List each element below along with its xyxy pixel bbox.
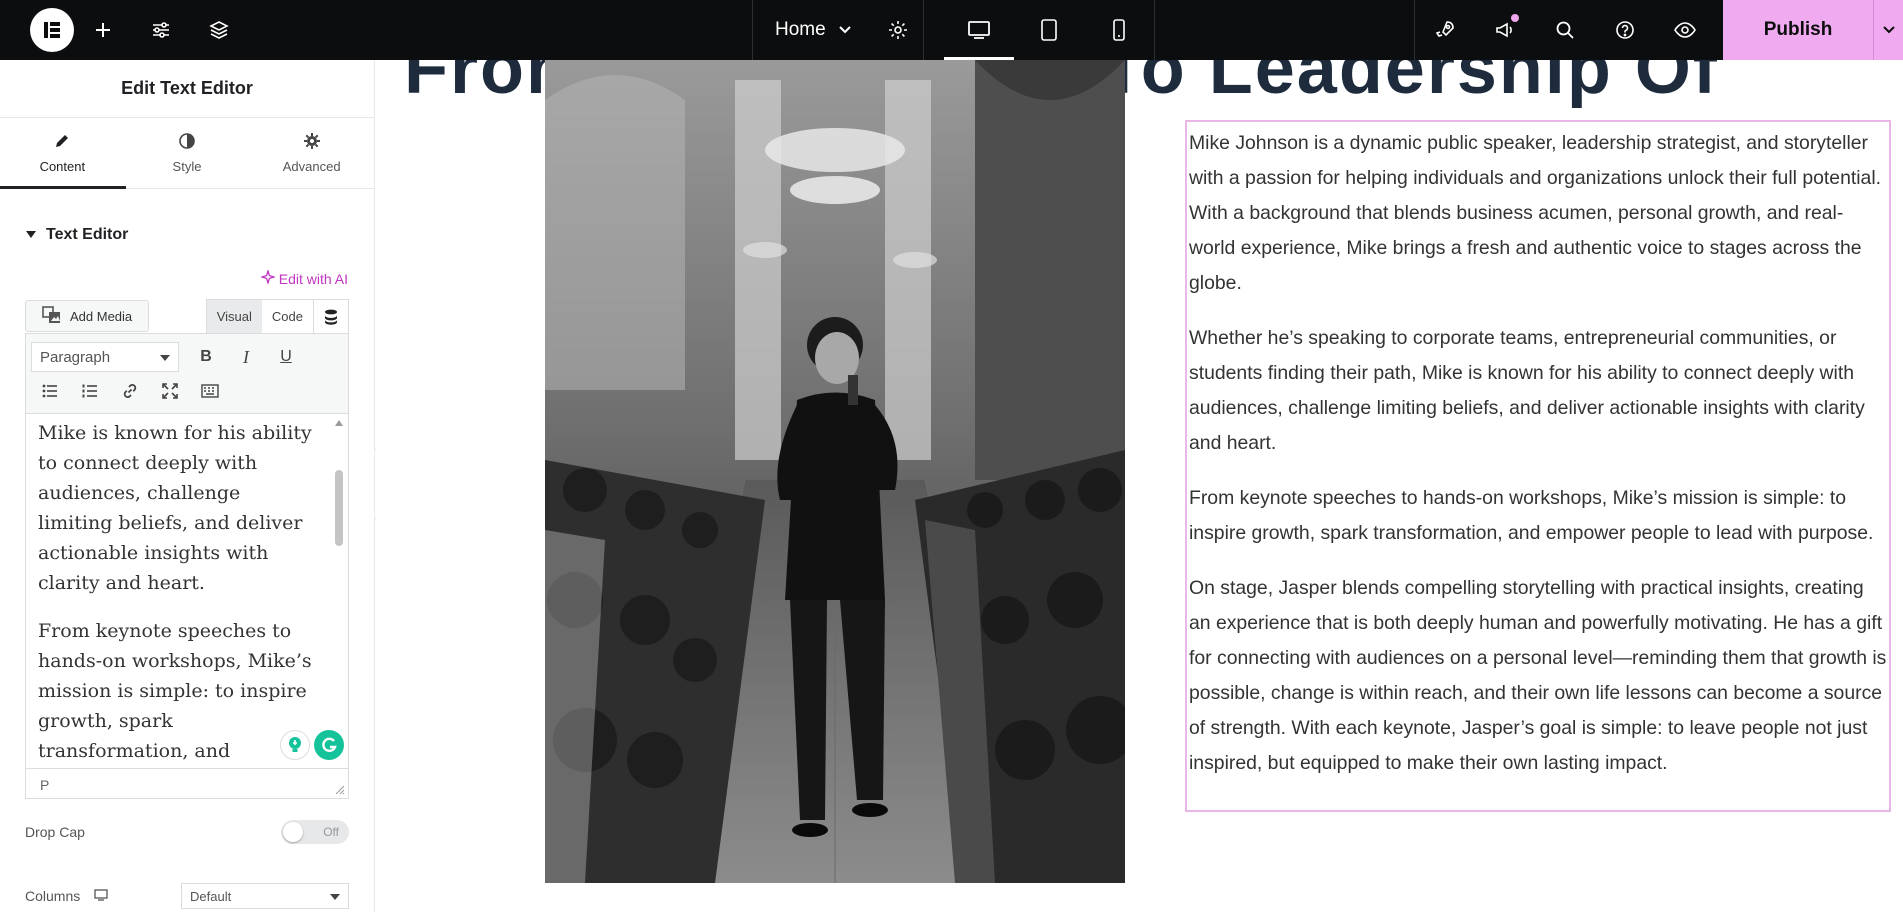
link-icon[interactable] [111, 376, 149, 406]
desktop-view-icon[interactable] [943, 0, 1014, 60]
columns-control: Columns Default [0, 881, 374, 911]
italic-icon[interactable]: I [227, 342, 265, 372]
resize-handle-icon[interactable] [335, 785, 345, 795]
bulleted-list-icon[interactable] [31, 376, 69, 406]
toolbar-row-2 [31, 374, 343, 408]
bio-paragraph: Whether he’s speaking to corporate teams… [1189, 327, 1865, 454]
page-name: Home [775, 19, 826, 40]
top-bar-left [0, 0, 752, 60]
lightbulb-suggestion-icon[interactable] [280, 730, 310, 760]
bold-icon[interactable]: B [187, 342, 225, 372]
format-select[interactable]: Paragraph [31, 342, 179, 372]
panel-tabs: Content Style Advanced [0, 118, 374, 189]
tab-style[interactable]: Style [125, 118, 250, 188]
tab-code[interactable]: Code [262, 300, 313, 333]
bio-paragraph: On stage, Jasper blends compelling story… [1189, 577, 1887, 774]
tab-content[interactable]: Content [0, 118, 126, 189]
drop-cap-toggle[interactable]: Off [281, 820, 349, 844]
rich-text-editor: Paragraph B I U Mike is known for his ab… [25, 333, 349, 799]
tab-label: Style [172, 159, 202, 174]
numbered-list-icon[interactable] [71, 376, 109, 406]
editor-panel: Edit Text Editor Content Style Advanced … [0, 60, 375, 912]
columns-label: Columns [25, 888, 81, 904]
launchpad-rocket-icon[interactable] [1415, 0, 1475, 60]
toolbar-toggle-keyboard-icon[interactable] [191, 376, 229, 406]
caret-down-icon [330, 889, 340, 904]
drop-cap-label: Drop Cap [25, 824, 85, 840]
scroll-thumb[interactable] [335, 470, 343, 546]
top-bar-right: Publish [1414, 0, 1903, 60]
section-title: Text Editor [46, 226, 129, 243]
add-media-label: Add Media [70, 308, 133, 324]
element-path: P [40, 777, 50, 793]
search-icon[interactable] [1535, 0, 1595, 60]
editor-content[interactable]: Mike is known for his ability to connect… [26, 414, 348, 769]
media-icon [42, 305, 62, 327]
site-settings-sliders-icon[interactable] [132, 0, 190, 60]
caret-down-icon [160, 349, 170, 366]
section-toggle-text-editor[interactable]: Text Editor [0, 212, 374, 258]
toggle-state: Off [323, 825, 339, 839]
bio-paragraph: Mike Johnson is a dynamic public speaker… [1189, 132, 1882, 294]
speaker-photo-illustration [545, 60, 1125, 883]
editor-scrollbar[interactable] [334, 418, 344, 768]
tablet-view-icon[interactable] [1014, 0, 1084, 60]
editor-paragraph: Mike is known for his ability to connect… [38, 422, 312, 594]
text-editor-widget[interactable]: Mike Johnson is a dynamic public speaker… [1185, 120, 1891, 812]
editor-mode-tabs: Visual Code [205, 299, 349, 333]
help-icon[interactable] [1595, 0, 1655, 60]
edit-with-ai-label: Edit with AI [278, 270, 348, 287]
underline-icon[interactable]: U [267, 342, 305, 372]
tab-label: Content [39, 159, 86, 174]
grammarly-g-icon[interactable] [314, 730, 344, 760]
bio-paragraph: From keynote speeches to hands-on worksh… [1189, 487, 1874, 544]
add-element-icon[interactable] [74, 0, 132, 60]
panel-title: Edit Text Editor [0, 60, 374, 118]
top-bar-center: Home [752, 0, 1155, 60]
database-stack-icon[interactable] [313, 300, 348, 333]
elementor-logo-icon[interactable] [30, 8, 74, 52]
sparkle-icon [259, 268, 276, 287]
pencil-icon [53, 132, 71, 153]
half-circle-icon [178, 132, 196, 153]
preview-eye-icon[interactable] [1655, 0, 1715, 60]
chevron-down-icon [838, 19, 852, 41]
toolbar-row-1: Paragraph B I U [31, 340, 343, 374]
page-selector[interactable]: Home [753, 0, 874, 60]
format-value: Paragraph [40, 348, 111, 366]
edit-with-ai-link[interactable]: Edit with AI [0, 268, 374, 287]
mobile-view-icon[interactable] [1084, 0, 1154, 60]
add-media-button[interactable]: Add Media [25, 300, 150, 332]
drop-cap-control: Drop Cap Off [0, 817, 374, 847]
scroll-up-arrow-icon[interactable] [334, 418, 344, 428]
structure-layers-icon[interactable] [190, 0, 248, 60]
columns-select[interactable]: Default [181, 883, 349, 909]
grammar-widgets [280, 730, 344, 760]
columns-value: Default [190, 888, 232, 904]
notifications-megaphone-icon[interactable] [1475, 0, 1535, 60]
tab-visual[interactable]: Visual [206, 300, 262, 333]
caret-down-icon [26, 226, 36, 244]
publish-button[interactable]: Publish [1723, 0, 1873, 60]
publish-options-chevron-icon[interactable] [1873, 0, 1903, 60]
editor-canvas: From Life Lessons To Leadership Of [376, 60, 1903, 912]
editor-top-row: Add Media Visual Code [0, 299, 374, 333]
page-settings-gear-icon[interactable] [874, 0, 924, 60]
gear-icon [303, 132, 321, 153]
top-bar: Home Publish [0, 0, 1903, 60]
editor-paragraph: From keynote speeches to hands-on worksh… [38, 620, 312, 762]
editor-status-bar: P [26, 768, 348, 798]
fullscreen-icon[interactable] [151, 376, 189, 406]
tab-advanced[interactable]: Advanced [249, 118, 374, 188]
tab-label: Advanced [282, 159, 341, 174]
speaker-photo[interactable] [545, 60, 1125, 883]
responsive-desktop-icon[interactable] [94, 888, 108, 904]
editor-toolbar: Paragraph B I U [26, 334, 348, 414]
notification-dot [1511, 14, 1519, 22]
